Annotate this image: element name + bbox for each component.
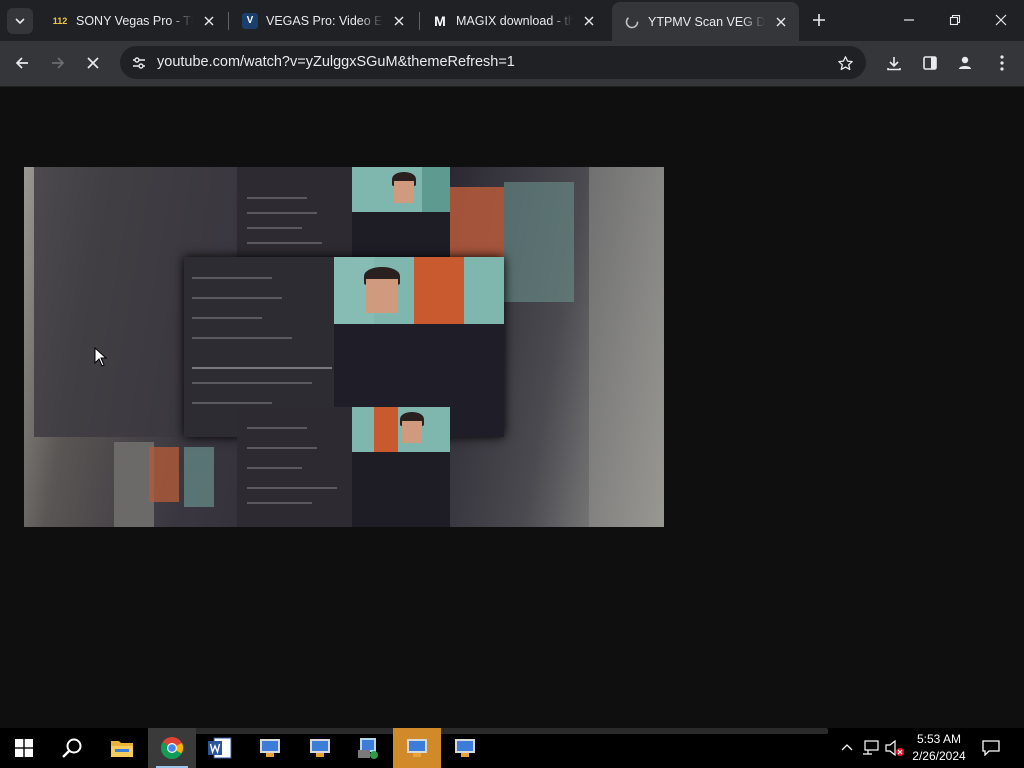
close-icon [584,16,594,25]
chevron-down-icon [15,18,25,25]
tab-separator [228,12,229,30]
tab-title: YTPMV Scan VEG Dow [648,14,765,29]
word-icon [208,737,232,759]
chrome-icon [161,737,184,759]
tab-strip: 112 SONY Vegas Pro - Tha V VEGAS Pro: Vi… [0,0,1024,41]
tab-sony-vegas[interactable]: 112 SONY Vegas Pro - Tha [40,4,227,37]
vegas-taskbar-button-1[interactable] [246,728,294,768]
bookmark-button[interactable] [832,50,858,76]
vegas-app-icon [310,739,330,757]
video-player[interactable] [24,167,664,527]
restore-button[interactable] [932,0,978,40]
close-tab-button[interactable] [579,11,599,31]
vegas-taskbar-button-5[interactable] [441,728,489,768]
downloads-button[interactable] [880,49,908,77]
tab-title: MAGIX download - the [456,13,573,28]
side-panel-button[interactable] [916,49,944,77]
action-center-button[interactable] [978,736,1004,760]
file-explorer-button[interactable] [98,728,146,768]
loading-spinner-icon [624,14,640,30]
clock-time: 5:53 AM [916,732,962,746]
close-window-button[interactable] [978,0,1024,40]
system-clock[interactable]: 5:53 AM 2/26/2024 [905,731,973,765]
video-frame-window [237,407,450,527]
download-icon [887,57,901,71]
person-icon [959,56,971,69]
start-button[interactable] [0,728,48,768]
new-tab-button[interactable] [808,9,830,31]
tab-title: VEGAS Pro: Video Editi [266,13,383,28]
minimize-icon [904,19,914,21]
vegas-app-icon [455,739,475,757]
profile-button[interactable] [951,49,979,77]
stop-loading-button[interactable] [79,49,107,77]
page-content [0,87,1024,728]
tab-favicon: M [434,12,446,29]
browser-toolbar: youtube.com/watch?v=yZulggxSGuM&themeRef… [0,41,1024,87]
address-bar[interactable]: youtube.com/watch?v=yZulggxSGuM&themeRef… [120,46,866,79]
network-tray-button[interactable] [861,738,881,758]
close-icon [204,16,214,25]
windows-taskbar: 5:53 AM 2/26/2024 [0,728,1024,768]
mouse-cursor-icon [94,347,108,367]
vegas-app-icon [260,739,280,757]
side-panel-icon [923,56,937,70]
network-icon [863,740,879,755]
search-icon [62,738,82,758]
notification-icon [982,740,1000,756]
tune-icon [133,57,145,69]
vegas-taskbar-button-3[interactable] [344,728,392,768]
star-icon [837,55,853,70]
tab-favicon: 112 [52,15,68,26]
vegas-installer-icon [358,738,378,759]
volume-muted-icon [885,739,904,757]
volume-tray-button[interactable] [885,738,905,758]
close-tab-button[interactable] [389,11,409,31]
tab-magix-download[interactable]: M MAGIX download - the [420,4,607,37]
close-tab-button[interactable] [771,12,791,32]
tab-vegas-pro[interactable]: V VEGAS Pro: Video Editi [230,4,417,37]
site-info-button[interactable] [126,50,152,76]
vegas-taskbar-button-2[interactable] [296,728,344,768]
arrow-right-icon [52,57,65,69]
tab-ytpmv-scan[interactable]: YTPMV Scan VEG Dow [612,2,799,41]
folder-icon [111,741,133,757]
close-icon [995,14,1007,26]
word-taskbar-button[interactable] [196,728,244,768]
arrow-left-icon [15,57,28,69]
chrome-taskbar-button[interactable] [148,728,196,768]
search-button[interactable] [48,728,96,768]
kebab-menu-icon [1000,55,1004,71]
close-icon [87,57,99,69]
restore-icon [949,14,961,26]
plus-icon [813,14,825,26]
close-icon [394,16,404,25]
close-icon [776,17,786,26]
show-hidden-icons-button[interactable] [837,738,857,758]
chevron-up-icon [841,744,853,751]
url-text[interactable]: youtube.com/watch?v=yZulggxSGuM&themeRef… [157,54,515,70]
windows-logo-icon [15,739,33,757]
tab-title: SONY Vegas Pro - Tha [76,13,193,28]
clock-date: 2/26/2024 [912,749,966,763]
tab-search-button[interactable] [7,8,33,34]
close-tab-button[interactable] [199,11,219,31]
vegas-app-icon [407,739,427,757]
tab-favicon: V [242,12,258,29]
minimize-button[interactable] [886,0,932,40]
browser-menu-button[interactable] [988,49,1016,77]
forward-button[interactable] [44,49,72,77]
back-button[interactable] [8,49,36,77]
vegas-taskbar-button-4[interactable] [393,728,441,768]
